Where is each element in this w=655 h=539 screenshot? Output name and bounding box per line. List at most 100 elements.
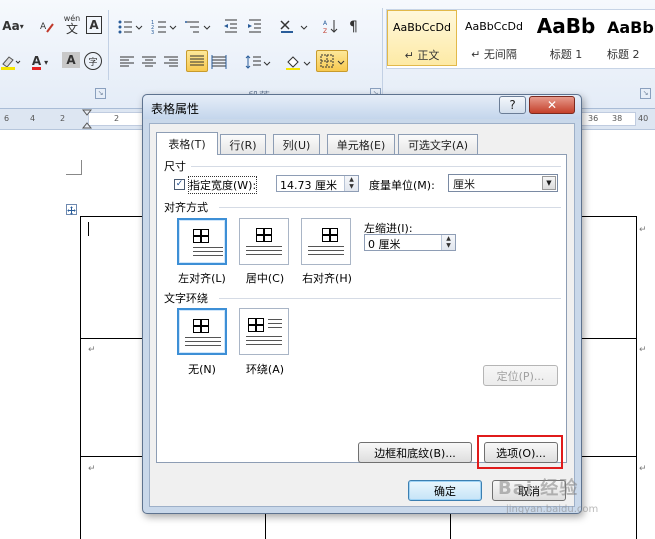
style-heading-2[interactable]: AaBb 标题 2 bbox=[603, 10, 655, 66]
section-divider bbox=[219, 298, 561, 299]
ruler-tick: 2 bbox=[60, 114, 66, 123]
character-shading-button[interactable]: A bbox=[62, 52, 80, 68]
align-center-icon[interactable] bbox=[140, 52, 158, 72]
justify-icon[interactable] bbox=[186, 50, 208, 72]
tab-cell[interactable]: 单元格(E) bbox=[327, 134, 395, 154]
wrap-around-option[interactable] bbox=[239, 308, 289, 355]
chinese-layout-button[interactable] bbox=[278, 16, 310, 36]
dialog-client-area: 表格(T) 行(R) 列(U) 单元格(E) 可选文字(A) 尺寸 ✓ 指定宽度… bbox=[149, 123, 575, 507]
text-highlight-button[interactable] bbox=[0, 52, 22, 72]
multilevel-list-button[interactable] bbox=[184, 16, 212, 36]
chinese-layout-icon bbox=[280, 20, 308, 33]
font-color-button[interactable]: A ▾ bbox=[26, 52, 54, 72]
character-border-button[interactable]: A bbox=[86, 16, 102, 34]
table-align-right-icon bbox=[322, 228, 338, 242]
width-spinner[interactable]: 14.73 厘米 ▲ ▼ bbox=[276, 175, 359, 192]
paragraph-mark: ↵ bbox=[88, 464, 96, 474]
increase-indent-icon[interactable] bbox=[246, 16, 264, 36]
borders-and-shading-button[interactable]: 边框和底纹(B)... bbox=[358, 442, 472, 463]
close-icon: ✕ bbox=[546, 98, 558, 112]
table-move-handle-icon[interactable] bbox=[66, 204, 77, 215]
tab-table[interactable]: 表格(T) bbox=[156, 132, 218, 155]
line-spacing-button[interactable] bbox=[244, 52, 272, 72]
style-heading-2-sample: AaBb bbox=[607, 18, 654, 37]
font-dialog-launcher-icon[interactable]: ↘ bbox=[95, 88, 106, 99]
wrap-around-label: 环绕(A) bbox=[245, 363, 285, 376]
shading-button[interactable] bbox=[284, 52, 312, 72]
align-center-option[interactable] bbox=[239, 218, 289, 265]
sort-icon[interactable]: AZ bbox=[322, 16, 340, 36]
style-no-spacing[interactable]: AaBbCcDd ↵ 无间隔 bbox=[459, 10, 529, 66]
align-left-option[interactable] bbox=[177, 218, 227, 265]
style-heading-1-sample: AaBb bbox=[536, 14, 596, 38]
tab-alt-text[interactable]: 可选文字(A) bbox=[398, 134, 478, 154]
bullets-button[interactable] bbox=[116, 16, 144, 36]
section-divider bbox=[219, 207, 561, 208]
change-case-label: Aa bbox=[2, 19, 20, 33]
preferred-width-checkbox[interactable]: ✓ bbox=[174, 179, 185, 190]
borders-icon bbox=[320, 54, 345, 68]
ruler-tick: 38 bbox=[612, 114, 623, 123]
ruler-tick: 36 bbox=[588, 114, 599, 123]
enclose-characters-label: 字 bbox=[88, 57, 98, 68]
ruler-tick: 40 bbox=[638, 114, 649, 123]
measure-in-select[interactable]: 厘米 ▼ bbox=[448, 174, 558, 192]
table-border bbox=[80, 216, 81, 539]
multilevel-list-icon bbox=[185, 21, 211, 33]
chevron-down-icon[interactable]: ▼ bbox=[542, 176, 556, 190]
svg-text:Z: Z bbox=[323, 28, 327, 34]
positioning-button[interactable]: 定位(P)... bbox=[483, 365, 558, 386]
dialog-titlebar[interactable]: 表格属性 ? ✕ bbox=[143, 95, 581, 119]
style-heading-1[interactable]: AaBb 标题 1 bbox=[531, 10, 601, 66]
numbering-icon: 123 bbox=[151, 20, 177, 34]
paragraph-mark: ↵ bbox=[639, 464, 647, 474]
wrap-none-option[interactable] bbox=[177, 308, 227, 355]
indent-marker-icon[interactable] bbox=[81, 109, 93, 129]
chevron-down-icon: ▾ bbox=[44, 57, 49, 67]
style-heading-1-name: 标题 1 bbox=[549, 48, 583, 61]
section-divider bbox=[191, 166, 561, 167]
size-section-label: 尺寸 bbox=[164, 160, 186, 173]
wrap-around-icon bbox=[248, 318, 264, 332]
align-right-icon[interactable] bbox=[162, 52, 180, 72]
ruler-tick: 6 bbox=[4, 114, 10, 123]
ok-button[interactable]: 确定 bbox=[408, 480, 482, 501]
spin-arrows-icon[interactable]: ▲ ▼ bbox=[441, 235, 455, 250]
tab-column[interactable]: 列(U) bbox=[273, 134, 320, 154]
character-border-label: A bbox=[89, 18, 99, 32]
table-align-center-icon bbox=[256, 228, 272, 242]
group-divider bbox=[108, 10, 109, 80]
table-tab-panel: 尺寸 ✓ 指定宽度(W): 14.73 厘米 ▲ ▼ 度量单位(M): 厘米 ▼ … bbox=[156, 154, 567, 463]
clear-format-icon[interactable]: A bbox=[38, 16, 56, 36]
indent-from-left-spinner[interactable]: 0 厘米 ▲ ▼ bbox=[364, 234, 456, 251]
spin-arrows-icon[interactable]: ▲ ▼ bbox=[344, 176, 358, 191]
decrease-indent-icon[interactable] bbox=[222, 16, 240, 36]
page-corner-mark bbox=[81, 160, 82, 175]
align-right-option[interactable] bbox=[301, 218, 351, 265]
help-button[interactable]: ? bbox=[499, 96, 526, 114]
watermark-logo: Bai 经验 jingyan.baidu.com bbox=[498, 474, 628, 524]
font-color-label: A bbox=[31, 53, 42, 70]
styles-dialog-launcher-icon[interactable]: ↘ bbox=[640, 88, 651, 99]
tab-row[interactable]: 行(R) bbox=[220, 134, 266, 154]
text-wrapping-section-label: 文字环绕 bbox=[164, 292, 208, 305]
enclose-characters-button[interactable]: 字 bbox=[84, 52, 102, 70]
align-right-label: 右对齐(H) bbox=[302, 272, 352, 285]
change-case-button[interactable]: Aa ▾ bbox=[0, 16, 26, 36]
style-normal[interactable]: AaBbCcDd ↵ 正文 bbox=[387, 10, 457, 66]
table-properties-dialog: 表格属性 ? ✕ 表格(T) 行(R) 列(U) 单元格(E) 可选文字(A) … bbox=[142, 94, 582, 514]
style-no-spacing-name: ↵ 无间隔 bbox=[471, 48, 517, 61]
show-formatting-icon[interactable]: ¶ bbox=[346, 16, 364, 36]
borders-button[interactable] bbox=[316, 50, 348, 72]
watermark-url: jingyan.baidu.com bbox=[506, 504, 599, 515]
style-normal-name: ↵ 正文 bbox=[404, 49, 440, 62]
page-corner-mark bbox=[66, 174, 82, 175]
style-heading-2-name: 标题 2 bbox=[607, 48, 640, 61]
close-button[interactable]: ✕ bbox=[529, 96, 575, 114]
measure-in-value: 厘米 bbox=[453, 178, 475, 191]
distributed-icon[interactable] bbox=[210, 52, 228, 72]
numbering-button[interactable]: 123 bbox=[150, 16, 178, 36]
align-left-icon[interactable] bbox=[118, 52, 136, 72]
phonetic-guide-button[interactable]: wén 文 bbox=[60, 12, 84, 36]
wrap-none-icon bbox=[193, 319, 209, 333]
